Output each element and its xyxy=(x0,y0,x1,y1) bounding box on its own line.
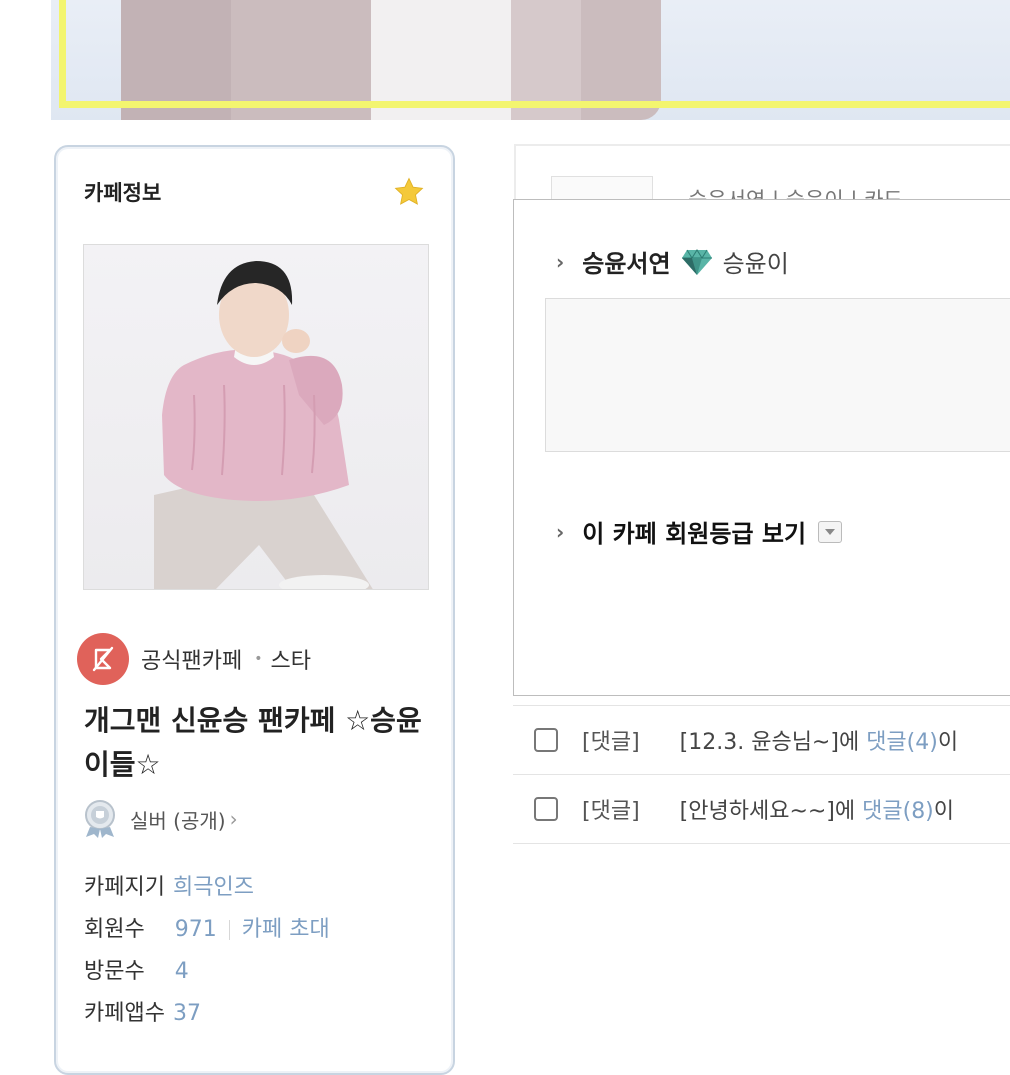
notification-prefix: [안녕하세요~~]에 xyxy=(679,799,863,824)
manager-value[interactable]: 희극인즈 xyxy=(173,867,254,909)
stat-members-row: 회원수 971 카페 초대 xyxy=(84,909,330,951)
member-activity-box xyxy=(545,298,1010,452)
apps-value: 37 xyxy=(172,1001,201,1026)
member-info-row: › 승윤서연 승윤이 xyxy=(556,244,789,279)
members-label: 회원수 xyxy=(84,917,145,942)
notification-suffix: 이 xyxy=(937,730,959,755)
invite-link[interactable]: 카페 초대 xyxy=(242,909,330,951)
notification-checkbox[interactable] xyxy=(534,797,558,821)
cafe-stats: 카페지기 희극인즈 회원수 971 카페 초대 방문수 4 카페앱수 37 xyxy=(84,867,330,1035)
banner-frame xyxy=(59,0,1010,108)
notification-tag: [댓글] xyxy=(582,730,640,755)
chevron-down-icon[interactable] xyxy=(818,520,843,543)
gem-grade-icon xyxy=(681,248,712,275)
notification-row[interactable]: [댓글] [12.3. 윤승님~]에 댓글(4)이 xyxy=(513,705,1010,774)
members-value[interactable]: 971 xyxy=(175,909,217,951)
cafe-name: 개그맨 신윤승 팬카페 ☆승윤이들☆ xyxy=(84,704,422,781)
visits-label: 방문수 xyxy=(84,959,145,984)
cafe-banner xyxy=(51,0,1010,120)
grade-chevron-icon: › xyxy=(229,807,238,831)
official-fan-cafe-row: 공식팬카페 • 스타 xyxy=(77,633,311,685)
silver-medal-icon xyxy=(85,800,115,838)
official-fan-cafe-label: 공식팬카페 xyxy=(141,649,243,674)
stat-divider xyxy=(228,920,230,940)
notification-row[interactable]: [댓글] [안녕하세요~~]에 댓글(8)이 xyxy=(513,774,1010,844)
apps-label: 카페앱수 xyxy=(84,1001,165,1026)
notification-body[interactable]: [안녕하세요~~]에 댓글(8)이 xyxy=(680,793,954,825)
favorite-star-icon[interactable] xyxy=(392,175,426,209)
notification-tag: [댓글] xyxy=(582,799,640,824)
notification-prefix: [12.3. 윤승님~]에 xyxy=(679,730,867,755)
comment-count-link[interactable]: 댓글(8) xyxy=(862,799,934,824)
notification-checkbox[interactable] xyxy=(534,728,558,752)
cafe-grade-row[interactable]: 실버 (공개) › xyxy=(82,799,238,839)
member-nickname[interactable]: 승윤서연 xyxy=(582,244,670,279)
stat-visits-row: 방문수 4 xyxy=(84,951,330,993)
notification-suffix: 이 xyxy=(933,799,955,824)
profile-header-text: 승윤서연 | 승윤이 | 카드 xyxy=(688,188,903,200)
notification-body[interactable]: [12.3. 윤승님~]에 댓글(4)이 xyxy=(680,724,958,756)
cafe-info-title: 카페정보 xyxy=(84,181,162,205)
chevron-right-icon: › xyxy=(556,249,565,274)
visits-value: 4 xyxy=(174,959,189,984)
notification-list: [댓글] [12.3. 윤승님~]에 댓글(4)이 [댓글] [안녕하세요~~]… xyxy=(513,705,1010,844)
manager-label: 카페지기 xyxy=(84,875,165,900)
official-badge-icon xyxy=(77,633,129,685)
stat-apps-row: 카페앱수 37 xyxy=(84,993,330,1035)
comment-count-link[interactable]: 댓글(4) xyxy=(866,730,938,755)
chevron-right-icon: › xyxy=(556,519,565,544)
member-profile-popup: › 승윤서연 승윤이 › 이 카페 회원등급 보기 xyxy=(513,199,1010,696)
member-grade: 승윤이 xyxy=(722,250,789,278)
cafe-grade-text: 실버 (공개) xyxy=(130,808,226,833)
grade-view-row[interactable]: › 이 카페 회원등급 보기 xyxy=(556,514,843,549)
profile-header-thumb xyxy=(551,176,653,201)
stat-manager-row: 카페지기 희극인즈 xyxy=(84,867,330,909)
profile-figure-image xyxy=(154,261,373,589)
cafe-profile-photo[interactable] xyxy=(83,244,429,590)
grade-view-label[interactable]: 이 카페 회원등급 보기 xyxy=(582,514,806,549)
cafe-category[interactable]: 스타 xyxy=(270,643,310,675)
category-separator: • xyxy=(254,651,263,667)
cafe-info-panel: 카페정보 공식팬카페 • 스타 개그맨 신윤승 팬카페 ☆승윤이들☆ 실버 (공… xyxy=(54,145,455,1075)
